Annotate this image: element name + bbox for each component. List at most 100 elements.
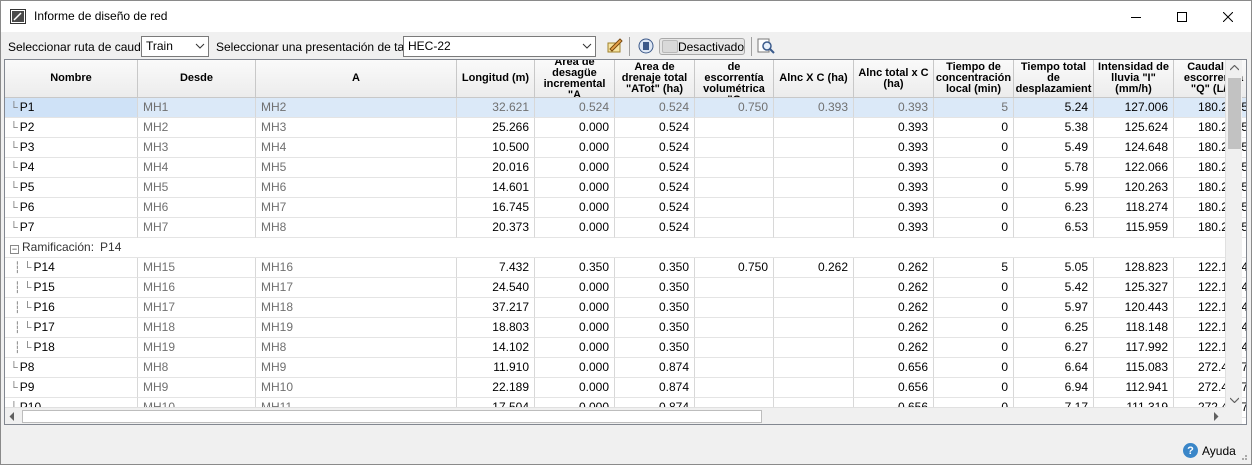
cell-tt[interactable]: 5.42 — [1014, 278, 1094, 298]
cell-ainc[interactable]: 0.000 — [535, 318, 615, 338]
cell-atot[interactable]: 0.350 — [615, 278, 695, 298]
cell-from[interactable]: MH15 — [138, 258, 256, 278]
cell-axc[interactable] — [774, 178, 854, 198]
cell-name[interactable]: └ P1 — [5, 98, 138, 118]
cell-atxc[interactable]: 0.393 — [854, 138, 934, 158]
cell-len[interactable]: 22.189 — [457, 378, 535, 398]
cell-tc[interactable]: 0 — [934, 278, 1014, 298]
cell-tt[interactable]: 6.53 — [1014, 218, 1094, 238]
cell-to[interactable]: MH5 — [256, 158, 457, 178]
edit-style-icon[interactable] — [606, 37, 624, 55]
cell-to[interactable]: MH17 — [256, 278, 457, 298]
branch-row[interactable]: − Ramificación: P14 — [5, 238, 1246, 258]
cell-name[interactable]: └ P5 — [5, 178, 138, 198]
resize-grip-icon[interactable] — [1238, 451, 1248, 461]
table-row[interactable]: ┆ └ P15 MH16 MH17 24.540 0.000 0.350 0.262 0 5.42… — [5, 278, 1246, 298]
cell-from[interactable]: MH8 — [138, 358, 256, 378]
cell-atot[interactable]: 0.524 — [615, 138, 695, 158]
cell-len[interactable]: 14.601 — [457, 178, 535, 198]
column-header[interactable]: Area de drenaje total "ATot" (ha) — [615, 60, 695, 98]
cell-tc[interactable]: 0 — [934, 198, 1014, 218]
cell-atxc[interactable]: 0.262 — [854, 258, 934, 278]
cell-c[interactable] — [695, 218, 774, 238]
cell-atot[interactable]: 0.524 — [615, 198, 695, 218]
cell-len[interactable]: 25.266 — [457, 118, 535, 138]
collapse-icon[interactable]: − — [10, 245, 19, 254]
cell-name[interactable]: └ P2 — [5, 118, 138, 138]
cell-len[interactable]: 10.500 — [457, 138, 535, 158]
cell-i[interactable]: 115.083 — [1094, 358, 1174, 378]
cell-axc[interactable] — [774, 118, 854, 138]
cell-from[interactable]: MH17 — [138, 298, 256, 318]
cell-ainc[interactable]: 0.000 — [535, 138, 615, 158]
cell-name[interactable]: ┆ └ P14 — [5, 258, 138, 278]
cell-axc[interactable] — [774, 278, 854, 298]
cell-atot[interactable]: 0.350 — [615, 338, 695, 358]
cell-name[interactable]: └ P6 — [5, 198, 138, 218]
cell-tt[interactable]: 6.94 — [1014, 378, 1094, 398]
column-header[interactable]: Longitud (m) — [457, 60, 535, 98]
cell-c[interactable] — [695, 338, 774, 358]
cell-from[interactable]: MH4 — [138, 158, 256, 178]
cell-tc[interactable]: 0 — [934, 138, 1014, 158]
cell-ainc[interactable]: 0.000 — [535, 298, 615, 318]
cell-len[interactable]: 24.540 — [457, 278, 535, 298]
cell-ainc[interactable]: 0.000 — [535, 338, 615, 358]
table-row[interactable]: └ P2 MH2 MH3 25.266 0.000 0.524 0.393 0 5.38 125.6… — [5, 118, 1246, 138]
cell-name[interactable]: ┆ └ P18 — [5, 338, 138, 358]
cell-atot[interactable]: 0.524 — [615, 178, 695, 198]
cell-ainc[interactable]: 0.000 — [535, 358, 615, 378]
cell-tt[interactable]: 5.78 — [1014, 158, 1094, 178]
cell-i[interactable]: 122.066 — [1094, 158, 1174, 178]
cell-tt[interactable]: 6.64 — [1014, 358, 1094, 378]
table-row[interactable]: └ P4 MH4 MH5 20.016 0.000 0.524 0.393 0 5.78 122.0… — [5, 158, 1246, 178]
cell-atxc[interactable]: 0.262 — [854, 298, 934, 318]
cell-name[interactable]: ┆ └ P16 — [5, 298, 138, 318]
cell-axc[interactable]: 0.262 — [774, 258, 854, 278]
cell-len[interactable]: 32.621 — [457, 98, 535, 118]
table-row[interactable]: ┆ └ P18 MH19 MH8 14.102 0.000 0.350 0.262 0 6.27 1… — [5, 338, 1246, 358]
cell-axc[interactable] — [774, 218, 854, 238]
cell-ainc[interactable]: 0.350 — [535, 258, 615, 278]
cell-len[interactable]: 20.373 — [457, 218, 535, 238]
cell-tt[interactable]: 5.99 — [1014, 178, 1094, 198]
cell-to[interactable]: MH3 — [256, 118, 457, 138]
cell-i[interactable]: 118.148 — [1094, 318, 1174, 338]
cell-atxc[interactable]: 0.393 — [854, 98, 934, 118]
cell-to[interactable]: MH19 — [256, 318, 457, 338]
table-row[interactable]: └ P5 MH5 MH6 14.601 0.000 0.524 0.393 0 5.99 120.2… — [5, 178, 1246, 198]
cell-ainc[interactable]: 0.000 — [535, 158, 615, 178]
cell-tt[interactable]: 6.27 — [1014, 338, 1094, 358]
table-presentation-select[interactable]: HEC-22 — [403, 36, 596, 57]
cell-len[interactable]: 14.102 — [457, 338, 535, 358]
cell-tt[interactable]: 6.25 — [1014, 318, 1094, 338]
cell-tc[interactable]: 0 — [934, 178, 1014, 198]
cell-to[interactable]: MH2 — [256, 98, 457, 118]
cell-ainc[interactable]: 0.000 — [535, 378, 615, 398]
cell-to[interactable]: MH8 — [256, 338, 457, 358]
cell-i[interactable]: 112.941 — [1094, 378, 1174, 398]
cell-name[interactable]: ┆ └ P17 — [5, 318, 138, 338]
cell-from[interactable]: MH18 — [138, 318, 256, 338]
cell-ainc[interactable]: 0.000 — [535, 218, 615, 238]
deactivated-toggle[interactable]: Desactivado — [659, 38, 745, 55]
cell-tc[interactable]: 0 — [934, 158, 1014, 178]
cell-axc[interactable] — [774, 198, 854, 218]
zoom-preview-icon[interactable] — [757, 37, 775, 55]
column-header[interactable]: Tiempo de concentración local (min) — [934, 60, 1014, 98]
cell-tc[interactable]: 0 — [934, 318, 1014, 338]
cell-to[interactable]: MH18 — [256, 298, 457, 318]
cell-to[interactable]: MH16 — [256, 258, 457, 278]
cell-tt[interactable]: 5.49 — [1014, 138, 1094, 158]
cell-atxc[interactable]: 0.656 — [854, 358, 934, 378]
cell-i[interactable]: 115.959 — [1094, 218, 1174, 238]
cell-tc[interactable]: 0 — [934, 378, 1014, 398]
cell-i[interactable]: 117.992 — [1094, 338, 1174, 358]
cell-atxc[interactable]: 0.262 — [854, 278, 934, 298]
table-row[interactable]: └ P3 MH3 MH4 10.500 0.000 0.524 0.393 0 5.49 124.6… — [5, 138, 1246, 158]
cell-atxc[interactable]: 0.393 — [854, 218, 934, 238]
cell-from[interactable]: MH16 — [138, 278, 256, 298]
cell-ainc[interactable]: 0.000 — [535, 178, 615, 198]
cell-atxc[interactable]: 0.393 — [854, 178, 934, 198]
cell-from[interactable]: MH7 — [138, 218, 256, 238]
